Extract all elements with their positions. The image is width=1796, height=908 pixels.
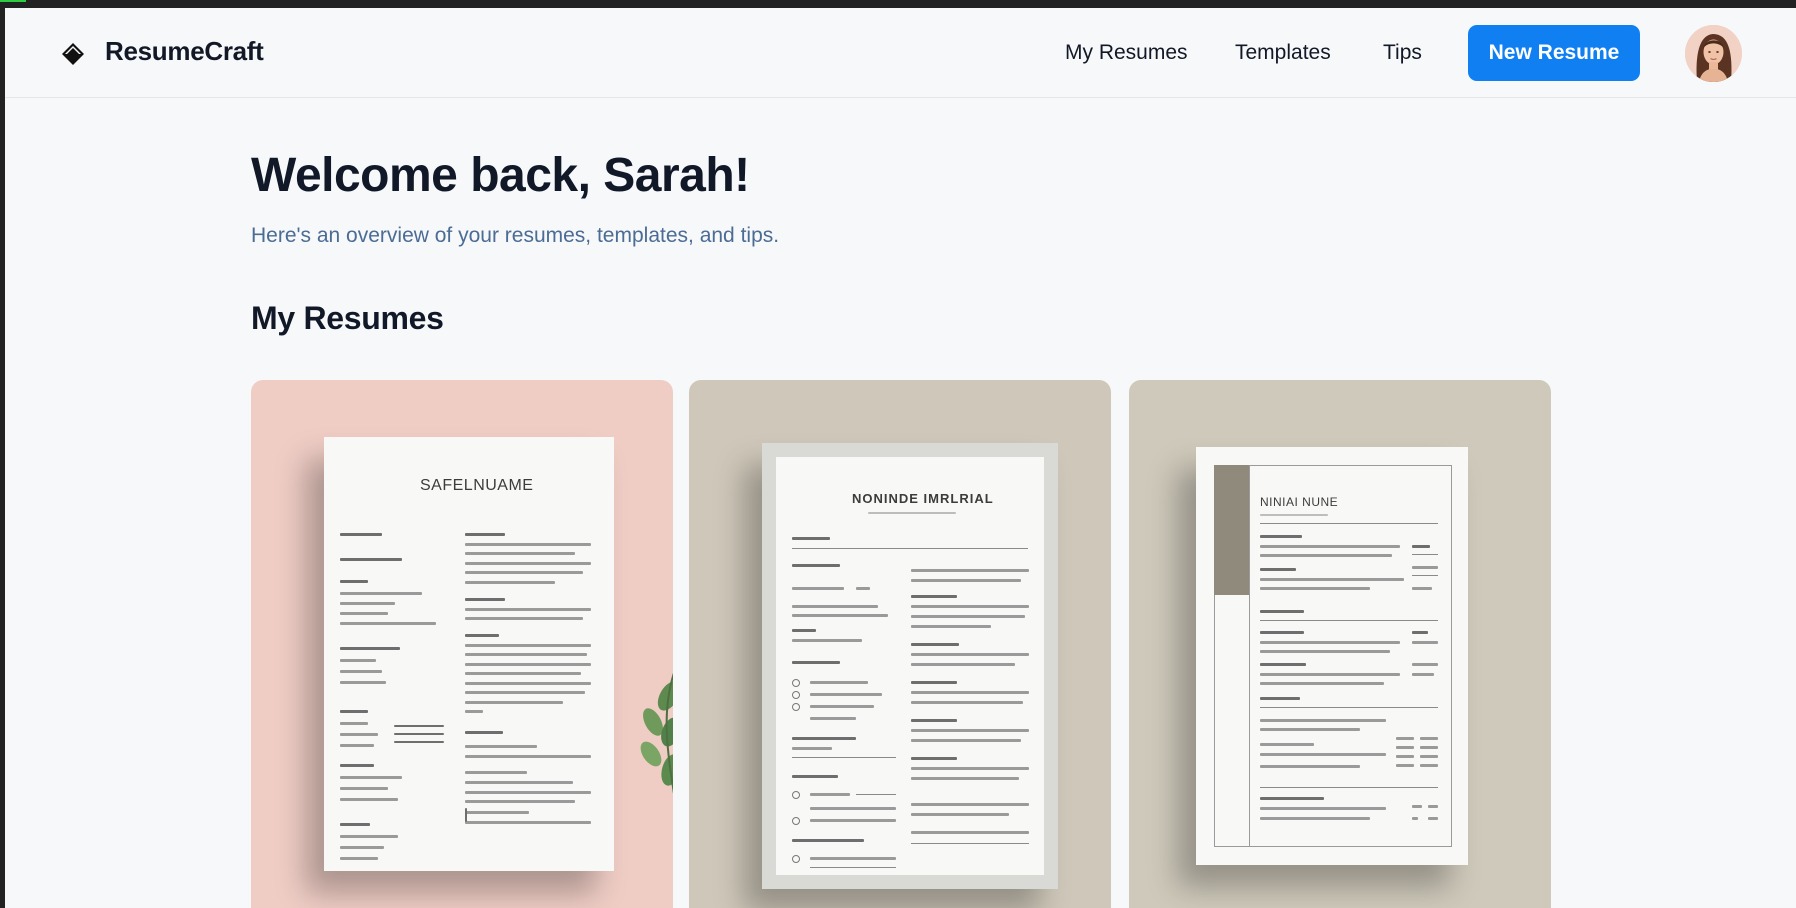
resume-thumbnail-title: NINIAI NUNE (1260, 495, 1339, 509)
plant-decoration-icon (640, 673, 673, 794)
resume-card-3[interactable]: NINIAI NUNE (1129, 380, 1551, 908)
my-resumes-section-title: My Resumes (251, 300, 444, 336)
welcome-subtitle: Here's an overview of your resumes, temp… (251, 224, 780, 247)
resume-card-2[interactable]: NONINDE IMRLRIAL (689, 380, 1111, 908)
window-indicator (0, 0, 26, 2)
user-avatar[interactable] (1685, 25, 1742, 82)
resume-thumbnail-2-frame: NONINDE IMRLRIAL (762, 443, 1058, 889)
welcome-heading: Welcome back, Sarah! (251, 149, 750, 202)
resume-thumbnail-3: NINIAI NUNE (1196, 447, 1468, 865)
new-resume-button[interactable]: New Resume (1468, 25, 1640, 81)
diamond-logo-icon[interactable] (60, 41, 86, 67)
nav-link-templates[interactable]: Templates (1235, 41, 1331, 65)
window-top-bar (0, 0, 1796, 8)
brand-name[interactable]: ResumeCraft (105, 36, 264, 67)
resume-thumbnail-title: SAFELNUAME (420, 477, 534, 494)
app-window: ResumeCraft My Resumes Templates Tips Ne… (5, 8, 1796, 908)
resume-card-1[interactable]: SAFELNUAME (251, 380, 673, 908)
resume-thumbnail-title: NONINDE IMRLRIAL (852, 491, 994, 506)
nav-link-tips[interactable]: Tips (1383, 41, 1422, 65)
resume-thumbnail-2: NONINDE IMRLRIAL (776, 457, 1044, 875)
nav-link-my-resumes[interactable]: My Resumes (1065, 41, 1188, 65)
avatar-portrait-icon (1685, 25, 1742, 82)
resume-thumbnail-1: SAFELNUAME (324, 437, 614, 871)
resume-accent-block (1214, 465, 1250, 595)
top-navigation-bar: ResumeCraft My Resumes Templates Tips Ne… (5, 8, 1796, 98)
